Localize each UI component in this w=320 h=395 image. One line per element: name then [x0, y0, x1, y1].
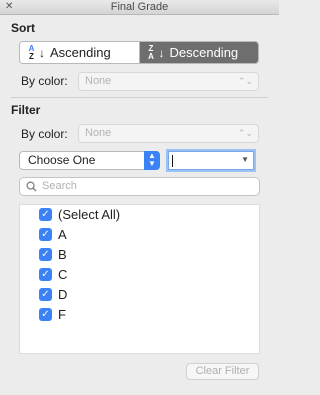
- list-item-label: A: [58, 227, 67, 242]
- search-placeholder: Search: [42, 180, 77, 192]
- down-arrow-icon: ↓: [158, 45, 165, 60]
- list-item-label: (Select All): [58, 207, 121, 222]
- down-arrow-icon: ↓: [39, 45, 45, 60]
- list-item[interactable]: ✓ F: [39, 307, 66, 322]
- list-item[interactable]: ✓ D: [39, 287, 67, 302]
- sort-by-color-value: None: [85, 75, 112, 87]
- checkbox-checked-icon[interactable]: ✓: [39, 268, 52, 281]
- window-title: Final Grade: [110, 1, 169, 13]
- sort-za-icon: ZA: [148, 43, 154, 61]
- updown-chevron-icon: ▲ ▼: [144, 151, 160, 170]
- sort-heading: Sort: [11, 21, 35, 35]
- updown-chevron-icon: ⌃⌄: [237, 76, 253, 86]
- search-icon: [26, 181, 37, 192]
- list-item[interactable]: ✓ C: [39, 267, 67, 282]
- condition-value: Choose One: [28, 153, 96, 167]
- filter-heading: Filter: [11, 103, 41, 117]
- sort-az-icon: AZ: [28, 43, 35, 61]
- search-input[interactable]: Search: [19, 177, 260, 196]
- list-item-label: C: [58, 267, 68, 282]
- condition-value-combobox[interactable]: ▼: [168, 151, 254, 170]
- text-cursor: [172, 155, 173, 167]
- dropdown-arrow-icon[interactable]: ▼: [241, 155, 249, 164]
- list-item[interactable]: ✓ B: [39, 247, 67, 262]
- descending-button[interactable]: ZA ↓ Descending: [139, 42, 258, 63]
- condition-select[interactable]: Choose One ▲ ▼: [19, 151, 160, 170]
- checkbox-checked-icon[interactable]: ✓: [39, 228, 52, 241]
- filter-values-list: ✓ (Select All) ✓ A ✓ B ✓ C ✓ D ✓ F: [19, 204, 260, 354]
- checkbox-checked-icon[interactable]: ✓: [39, 248, 52, 261]
- filter-by-color-select[interactable]: None ⌃⌄: [78, 124, 259, 143]
- list-item-label: F: [58, 307, 66, 322]
- list-item-label: B: [58, 247, 67, 262]
- checkbox-checked-icon[interactable]: ✓: [39, 308, 52, 321]
- title-bar: ✕ Final Grade: [0, 0, 279, 15]
- list-item-select-all[interactable]: ✓ (Select All): [39, 207, 120, 222]
- list-item[interactable]: ✓ A: [39, 227, 67, 242]
- checkbox-checked-icon[interactable]: ✓: [39, 288, 52, 301]
- close-icon[interactable]: ✕: [5, 2, 13, 12]
- descending-label: Descending: [169, 45, 239, 60]
- checkbox-checked-icon[interactable]: ✓: [39, 208, 52, 221]
- filter-by-color-value: None: [85, 127, 112, 139]
- ascending-button[interactable]: AZ ↓ Ascending: [20, 42, 140, 63]
- section-divider: [11, 97, 268, 98]
- sort-by-color-select[interactable]: None ⌃⌄: [78, 72, 259, 91]
- list-item-label: D: [58, 287, 68, 302]
- updown-chevron-icon: ⌃⌄: [237, 128, 253, 138]
- ascending-label: Ascending: [50, 45, 111, 60]
- sort-segmented-control: AZ ↓ Ascending ZA ↓ Descending: [19, 41, 259, 64]
- filter-by-color-label: By color:: [21, 127, 68, 141]
- sort-by-color-label: By color:: [21, 74, 68, 88]
- clear-filter-button[interactable]: Clear Filter: [186, 363, 259, 380]
